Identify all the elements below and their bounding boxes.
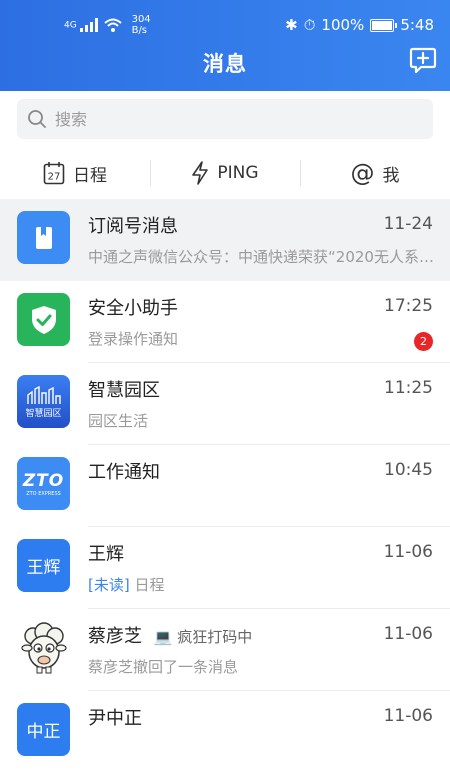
search-icon: [28, 110, 46, 128]
subscription-avatar: [17, 211, 70, 264]
signal-icon: 4G: [64, 18, 98, 32]
app-header: 4G 304 B/s ✱ ⏱ 100% 5:48 消息: [0, 0, 450, 91]
status-left: 4G 304 B/s: [64, 14, 151, 36]
quick-action-label: PING: [217, 163, 259, 183]
conversation-preview: 登录操作通知: [88, 330, 179, 348]
alarm-icon: ⏱: [303, 16, 316, 34]
conversation-preview: [未读] 日程: [88, 574, 434, 595]
new-message-icon[interactable]: [408, 46, 438, 76]
unread-badge: 2: [414, 332, 433, 351]
calendar-icon: 27: [43, 162, 65, 185]
conversation-time: 17:25: [384, 296, 433, 316]
list-item[interactable]: 蔡彦芝 💻 疯狂打码中 11-06 蔡彦芝撤回了一条消息: [0, 609, 450, 691]
clock: 5:48: [400, 16, 434, 34]
park-logo-text: 智慧园区: [25, 408, 62, 419]
conversation-name: 工作通知: [88, 462, 160, 483]
zto-avatar: ZTO ZTO EXPRESS: [17, 457, 70, 510]
svg-text:27: 27: [48, 172, 61, 183]
conversation-preview: 园区生活: [88, 412, 149, 430]
list-item[interactable]: ZTO ZTO EXPRESS 工作通知 10:45: [0, 445, 450, 527]
conversation-time: 10:45: [384, 460, 433, 480]
list-item[interactable]: 订阅号消息 11-24 中通之声微信公众号：中通快递荣获“2020无人系…: [0, 199, 450, 281]
battery-icon: [370, 18, 398, 32]
list-item[interactable]: 安全小助手 17:25 登录操作通知 2: [0, 281, 450, 363]
status-text: 疯狂打码中: [177, 628, 253, 646]
quick-action-mentions[interactable]: @ 我: [300, 150, 450, 196]
search-input[interactable]: [53, 108, 417, 130]
zto-logo-subtext: ZTO EXPRESS: [26, 490, 61, 497]
network-speed: 304 B/s: [132, 14, 151, 36]
conversation-preview: 蔡彦芝撤回了一条消息: [88, 658, 239, 676]
building-icon: [26, 385, 61, 404]
at-icon: @: [350, 159, 375, 187]
conversation-time: 11-06: [383, 624, 433, 644]
conversation-name: 安全小助手: [88, 298, 178, 319]
contact-name: 蔡彦芝: [88, 626, 142, 647]
laptop-icon: 💻: [153, 628, 173, 646]
conversation-time: 11-24: [383, 214, 433, 234]
conversation-name: 尹中正: [88, 708, 142, 729]
network-type: 4G: [64, 20, 77, 31]
message-list: 订阅号消息 11-24 中通之声微信公众号：中通快递荣获“2020无人系… 安全…: [0, 199, 450, 773]
bluetooth-icon: ✱: [285, 16, 298, 34]
quick-action-ping[interactable]: PING: [150, 150, 300, 196]
quick-action-schedule[interactable]: 27 日程: [0, 150, 150, 196]
quick-action-label: 日程: [73, 165, 107, 186]
list-item[interactable]: 中正 尹中正 11-06: [0, 691, 450, 773]
preview-text: 日程: [134, 576, 165, 594]
quick-actions: 27 日程 PING @ 我: [0, 150, 450, 196]
conversation-preview: 中通之声微信公众号：中通快递荣获“2020无人系…: [88, 248, 434, 266]
quick-action-label: 我: [382, 165, 400, 186]
conversation-name: 王辉: [88, 544, 124, 565]
speed-value: 304: [131, 14, 151, 25]
list-item[interactable]: 王辉 王辉 11-06 [未读] 日程: [0, 527, 450, 609]
avatar-initials: 王辉: [26, 558, 61, 578]
shield-check-icon: [31, 305, 56, 334]
bookmark-icon: [35, 226, 52, 249]
conversation-time: 11-06: [383, 542, 433, 562]
park-avatar: 智慧园区: [17, 375, 70, 428]
search-bar[interactable]: [17, 99, 433, 139]
conversation-name: 订阅号消息: [88, 216, 178, 237]
battery-percent: 100%: [321, 16, 365, 34]
sheep-avatar: [17, 621, 70, 674]
unread-tag: [未读]: [88, 576, 130, 594]
speed-unit: B/s: [131, 25, 148, 36]
list-item[interactable]: 智慧园区 智慧园区 11:25 园区生活: [0, 363, 450, 445]
zto-logo: ZTO: [22, 470, 65, 491]
sheep-icon: [20, 621, 67, 673]
status-right: ✱ ⏱ 100% 5:48: [285, 16, 434, 34]
wifi-icon: [103, 18, 122, 32]
page-title: 消息: [203, 52, 247, 76]
security-avatar: [17, 293, 70, 346]
conversation-name: 智慧园区: [88, 380, 160, 401]
user-avatar: 王辉: [17, 539, 70, 592]
conversation-time: 11:25: [384, 378, 433, 398]
conversation-name: 蔡彦芝 💻 疯狂打码中: [88, 622, 252, 648]
conversation-time: 11-06: [383, 706, 433, 726]
lightning-icon: [192, 161, 209, 185]
status-bar: 4G 304 B/s ✱ ⏱ 100% 5:48: [0, 12, 450, 40]
user-status: 💻 疯狂打码中: [154, 628, 252, 646]
